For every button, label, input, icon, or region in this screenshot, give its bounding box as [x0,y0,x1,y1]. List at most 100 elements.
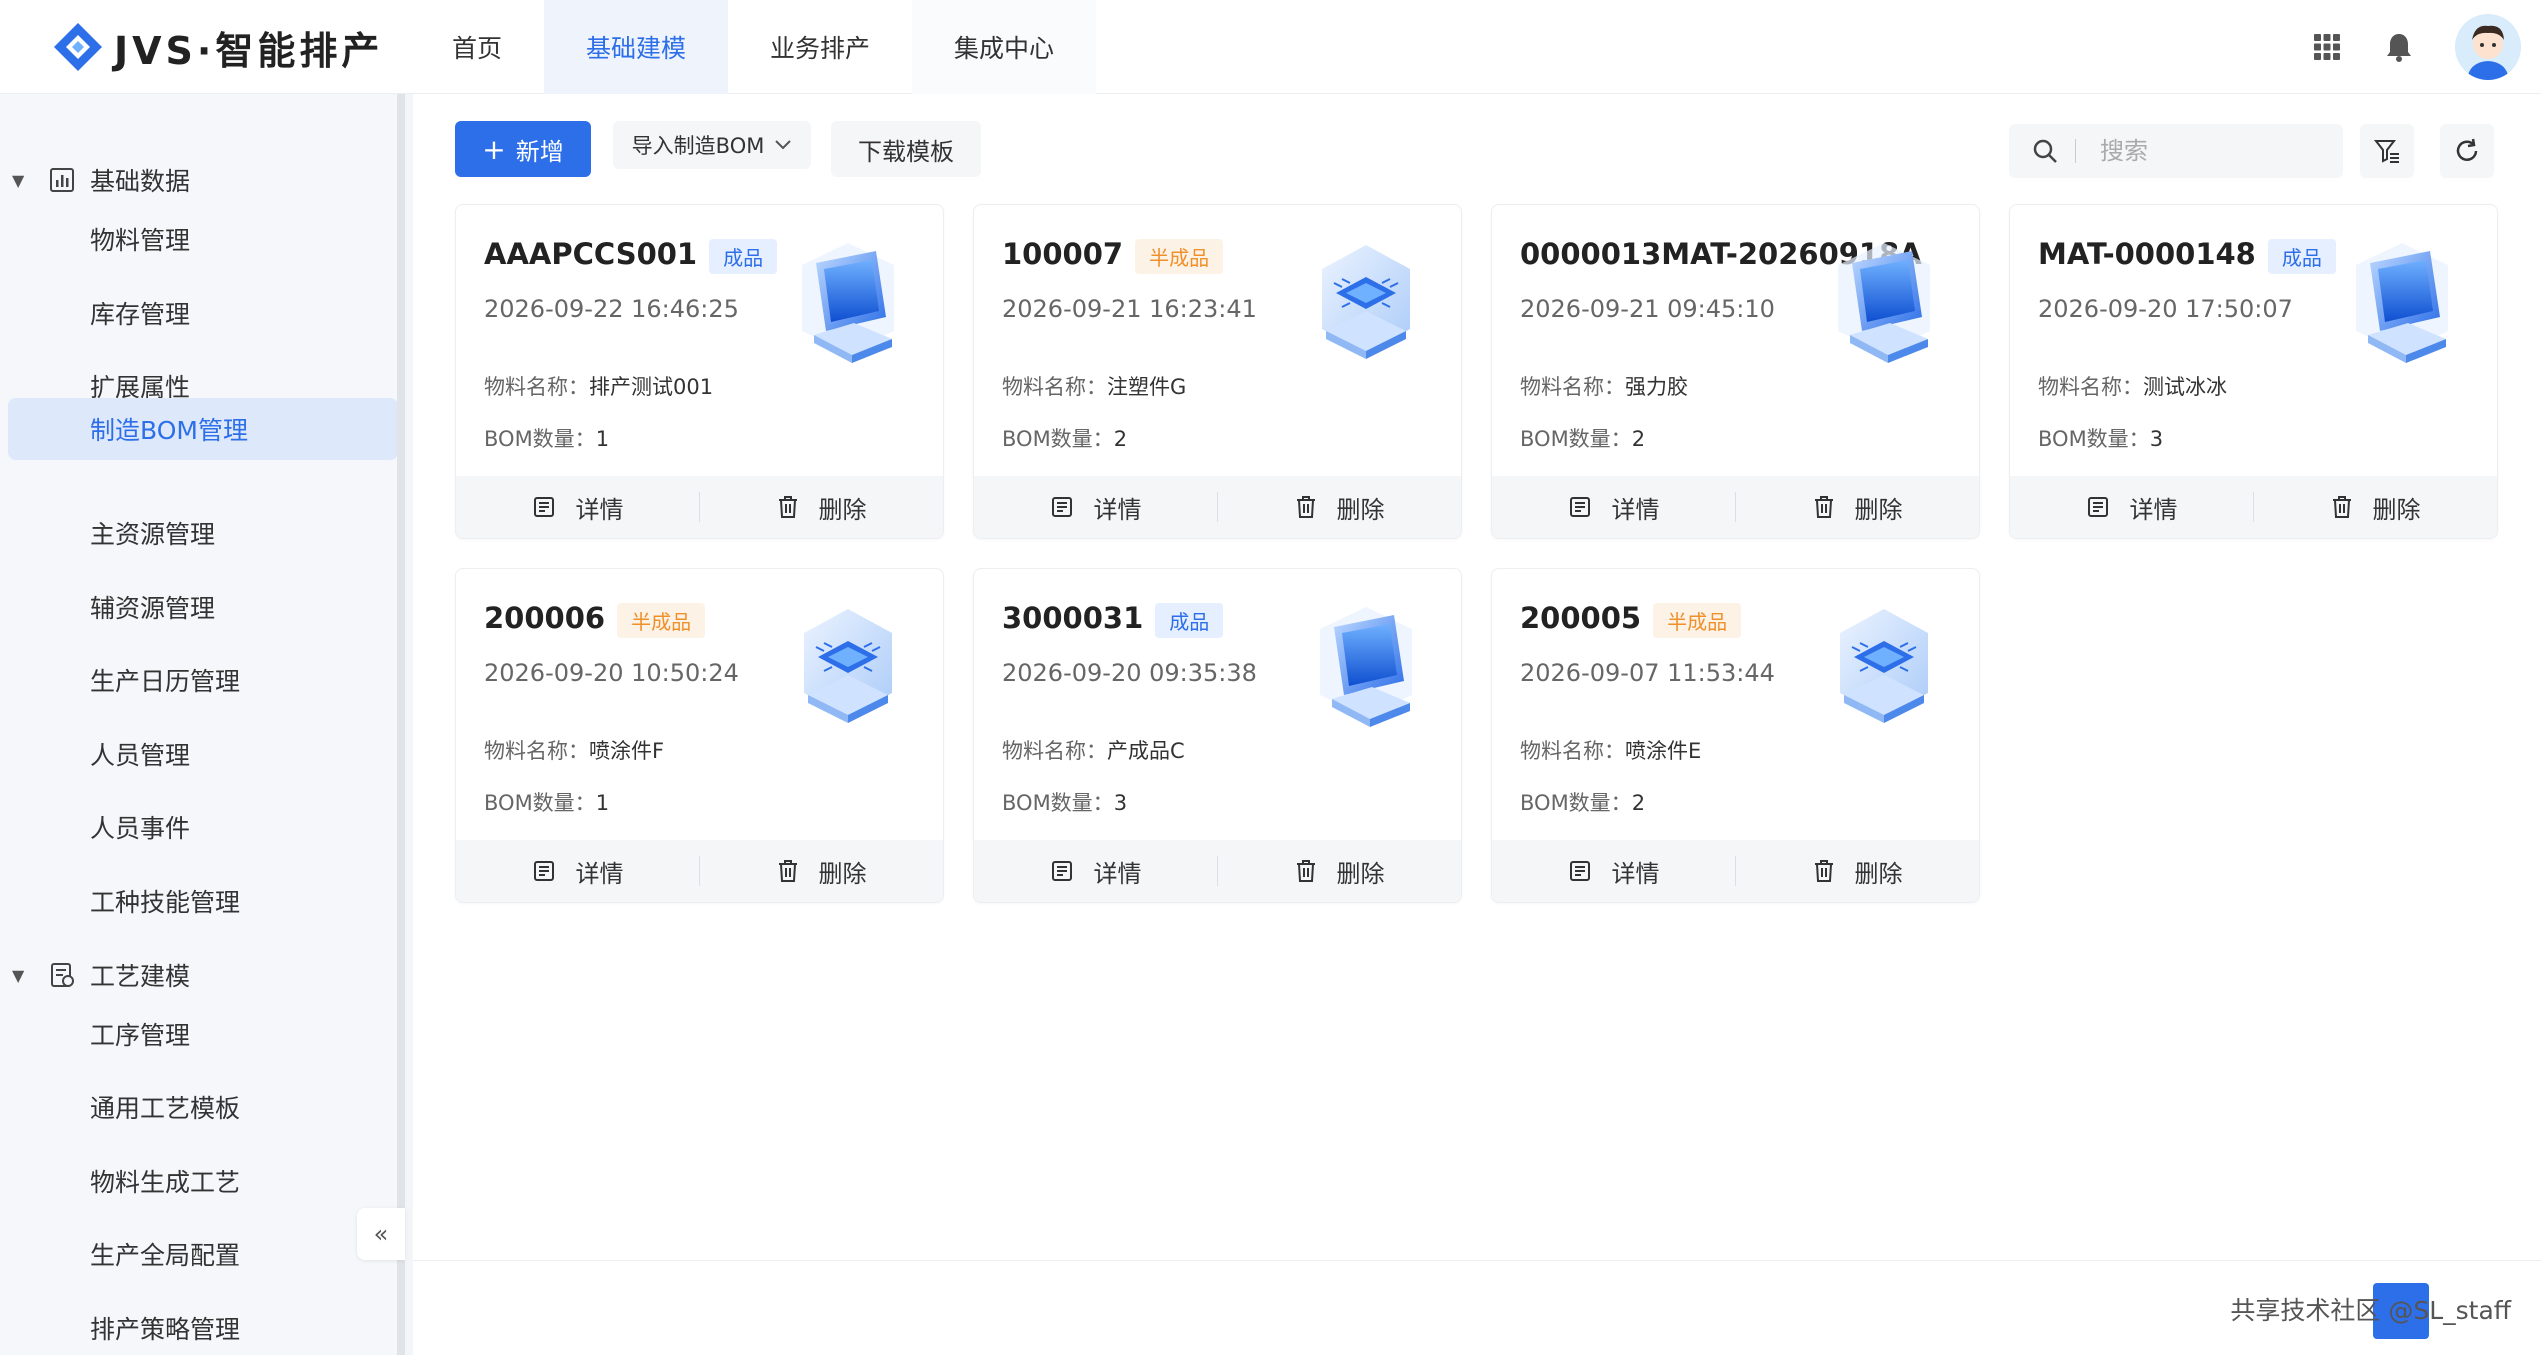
value: 排产测试001 [589,375,714,399]
label: BOM数量： [1520,791,1632,815]
detail-icon [532,859,566,883]
search-icon [2033,139,2057,163]
delete-button[interactable]: 删除 [700,854,943,889]
bom-card[interactable]: 0000013MAT-20260918A 2026-09-21 09:45:10 物… [1491,204,1980,539]
monitor-illustration-icon [1312,599,1420,739]
card-actions: 详情 删除 [1492,840,1979,902]
delete-label: 删除 [1854,495,1903,524]
monitor-illustration-icon [1830,235,1938,375]
sidebar-item-main-resource[interactable]: 主资源管理 [8,503,398,563]
delete-button[interactable]: 删除 [700,490,943,525]
sidebar-item-skills[interactable]: 工种技能管理 [8,871,398,931]
bom-card[interactable]: 200005 半成品 2026-09-07 11:53:44 物料名称：喷涂件E BOM… [1491,568,1980,903]
bom-card[interactable]: AAAPCCS001 成品 2026-09-22 16:46:25 物料名称：排产测试… [455,204,944,539]
apps-grid-icon[interactable] [2305,25,2349,69]
delete-button[interactable]: 删除 [1736,490,1979,525]
card-code: MAT-0000148 成品 [2038,237,2336,274]
card-material-name: 物料名称：喷涂件F [484,735,664,765]
material-type-badge: 半成品 [1135,238,1224,274]
detail-button[interactable]: 详情 [456,490,699,525]
card-timestamp: 2026-09-20 10:50:24 [484,659,739,687]
value: 2 [1113,427,1128,451]
detail-icon [532,495,566,519]
sidebar-item-strategy[interactable]: 排产策略管理 [8,1298,398,1355]
add-button-label: 新增 [515,137,564,166]
detail-button[interactable]: 详情 [974,854,1217,889]
caret-down-icon: ▼ [12,170,25,190]
label: 物料名称： [484,739,589,763]
refresh-icon[interactable] [2440,124,2494,178]
material-code: 200006 [484,601,606,635]
sidebar-item-operations[interactable]: 工序管理 [8,1004,398,1064]
sidebar-item-material[interactable]: 物料管理 [8,209,398,269]
search-input[interactable] [2100,137,2320,165]
sidebar-item-inventory[interactable]: 库存管理 [8,283,398,343]
import-label: 导入制造BOM [631,134,765,158]
sidebar-item-process-templates[interactable]: 通用工艺模板 [8,1077,398,1137]
detail-label: 详情 [1611,859,1660,888]
detail-icon [2086,495,2120,519]
detail-button[interactable]: 详情 [974,490,1217,525]
filter-icon[interactable] [2360,124,2414,178]
nav-integration-center[interactable]: 集成中心 [912,0,1097,94]
card-bom-count: BOM数量：2 [1002,423,1127,453]
sidebar-group-process-modeling[interactable]: ▼ 工艺建模 [0,945,397,1005]
sidebar-item-personnel-events[interactable]: 人员事件 [8,797,398,857]
bom-card[interactable]: MAT-0000148 成品 2026-09-20 17:50:07 物料名称：测试冰… [2009,204,2498,539]
card-code: 3000031 成品 [1002,601,1224,638]
sidebar: ▼ 基础数据 物料管理 库存管理 扩展属性 制造BOM管理 主资源管理 辅资源管… [0,94,405,1355]
detail-button[interactable]: 详情 [1492,854,1735,889]
sidebar-item-aux-resource[interactable]: 辅资源管理 [8,577,398,637]
app-logo[interactable]: JVS·智能排产 [50,12,383,82]
bom-card[interactable]: 3000031 成品 2026-09-20 09:35:38 物料名称：产成品C BOM… [973,568,1462,903]
card-actions: 详情 删除 [974,840,1461,902]
detail-button[interactable]: 详情 [2010,490,2253,525]
sidebar-scrollbar[interactable] [397,94,405,1355]
label: BOM数量： [2038,427,2150,451]
sidebar-item-bom[interactable]: 制造BOM管理 [8,398,398,460]
card-code: 100007 半成品 [1002,237,1224,274]
material-type-badge: 半成品 [617,602,706,638]
sidebar-item-material-process[interactable]: 物料生成工艺 [8,1151,398,1211]
delete-button[interactable]: 删除 [2254,490,2497,525]
sidebar-item-global-config[interactable]: 生产全局配置 [8,1224,398,1284]
detail-label: 详情 [1093,859,1142,888]
bell-icon[interactable] [2377,25,2421,69]
avatar[interactable] [2455,14,2521,80]
collapse-sidebar-button[interactable]: « [357,1208,405,1260]
detail-label: 详情 [575,495,624,524]
card-material-name: 物料名称：注塑件G [1002,371,1186,401]
label: 物料名称： [2038,375,2143,399]
label: BOM数量： [1002,427,1114,451]
delete-button[interactable]: 删除 [1736,854,1979,889]
detail-button[interactable]: 详情 [456,854,699,889]
card-material-name: 物料名称：强力胶 [1520,371,1688,401]
watermark-text: 共享技术社区 @SL_staff [2230,1296,2511,1325]
sidebar-item-personnel[interactable]: 人员管理 [8,724,398,784]
trash-icon [777,495,809,519]
nav-base-modeling[interactable]: 基础建模 [544,0,729,94]
label: 物料名称： [1002,739,1107,763]
value: 2 [1631,791,1646,815]
material-code: 100007 [1002,237,1124,271]
bom-card[interactable]: 200006 半成品 2026-09-20 10:50:24 物料名称：喷涂件F BOM… [455,568,944,903]
detail-label: 详情 [1611,495,1660,524]
delete-button[interactable]: 删除 [1218,490,1461,525]
value: 强力胶 [1625,375,1688,399]
delete-button[interactable]: 删除 [1218,854,1461,889]
delete-label: 删除 [818,859,867,888]
sidebar-item-calendar[interactable]: 生产日历管理 [8,650,398,710]
sidebar-group-base-data[interactable]: ▼ 基础数据 [0,150,397,210]
nav-home[interactable]: 首页 [410,0,544,94]
import-bom-dropdown[interactable]: 导入制造BOM [613,121,811,169]
add-button[interactable]: + 新增 [455,121,591,177]
delete-label: 删除 [1854,859,1903,888]
card-code: 200006 半成品 [484,601,706,638]
nav-business-scheduling[interactable]: 业务排产 [728,0,912,94]
bom-card[interactable]: 100007 半成品 2026-09-21 16:23:41 物料名称：注塑件G BOM… [973,204,1462,539]
download-template-button[interactable]: 下载模板 [831,121,981,177]
detail-button[interactable]: 详情 [1492,490,1735,525]
card-bom-count: BOM数量：2 [1520,787,1645,817]
value: 1 [595,791,610,815]
card-material-name: 物料名称：测试冰冰 [2038,371,2227,401]
